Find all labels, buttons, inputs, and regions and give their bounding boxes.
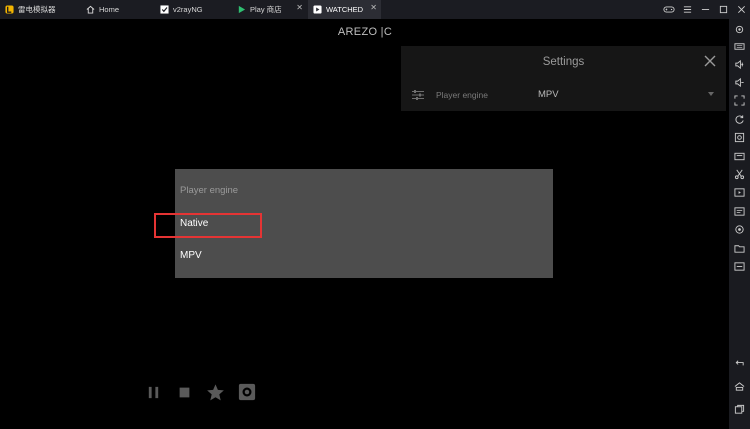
stop-icon[interactable] <box>174 382 194 402</box>
apk-install-icon[interactable] <box>733 205 746 218</box>
settings-title: Settings <box>542 56 585 68</box>
tab-close-icon[interactable]: ✕ <box>296 3 303 12</box>
close-window-icon[interactable] <box>732 0 750 19</box>
tab-watched-label: WATCHED <box>326 5 364 14</box>
gamepad-icon[interactable] <box>660 0 678 19</box>
macro-icon[interactable] <box>733 131 746 144</box>
settings-panel: Settings Player engine MPV <box>401 46 726 111</box>
title-bar: 雷电模拟器 Home v2rayNG Play 商店 ✕ WATCHED ✕ <box>0 0 750 19</box>
play-store-icon <box>237 5 246 14</box>
rotate-icon[interactable] <box>733 113 746 126</box>
volume-down-icon[interactable] <box>733 76 746 89</box>
video-icon[interactable] <box>733 186 746 199</box>
location-icon[interactable] <box>733 223 746 236</box>
maximize-icon[interactable] <box>714 0 732 19</box>
more-icon[interactable] <box>733 260 746 273</box>
player-engine-setting[interactable]: Player engine MPV <box>401 82 726 107</box>
screen-fit-icon[interactable] <box>733 94 746 107</box>
close-icon[interactable] <box>703 54 717 68</box>
home-icon <box>86 5 95 14</box>
tab-play-store[interactable]: Play 商店 ✕ <box>232 0 307 19</box>
ldplayer-logo-icon <box>5 5 14 14</box>
pause-icon[interactable] <box>143 382 163 402</box>
home-nav-icon[interactable] <box>733 380 746 393</box>
dialog-title: Player engine <box>180 185 239 196</box>
v2rayng-icon <box>160 5 169 14</box>
dropdown-arrow-icon[interactable] <box>708 92 714 96</box>
window-controls <box>660 0 750 19</box>
app-title: AREZO |C <box>337 26 393 38</box>
recent-apps-icon[interactable] <box>733 403 746 416</box>
player-engine-label: Player engine <box>436 90 488 100</box>
tab-home[interactable]: Home <box>81 0 154 19</box>
star-icon[interactable] <box>205 382 225 402</box>
watched-app-icon <box>313 5 322 14</box>
volume-up-icon[interactable] <box>733 58 746 71</box>
tab-v2rayng-label: v2rayNG <box>173 5 203 14</box>
screenshot-scissors-icon[interactable] <box>733 168 746 181</box>
highlight-box <box>154 213 262 238</box>
tab-close-icon[interactable]: ✕ <box>370 3 377 12</box>
keyboard-icon[interactable] <box>733 40 746 53</box>
tab-v2rayng[interactable]: v2rayNG <box>155 0 231 19</box>
app-logo-tab[interactable]: 雷电模拟器 <box>0 0 80 19</box>
folder-icon[interactable] <box>733 242 746 255</box>
back-icon[interactable] <box>733 357 746 370</box>
settings-gear-icon[interactable] <box>733 23 746 36</box>
settings-icon[interactable] <box>237 382 257 402</box>
record-icon[interactable] <box>733 150 746 163</box>
app-name: 雷电模拟器 <box>18 5 56 14</box>
tab-home-label: Home <box>99 5 120 14</box>
option-mpv[interactable]: MPV <box>180 250 202 261</box>
emulator-toolbar <box>729 19 750 429</box>
menu-icon[interactable] <box>678 0 696 19</box>
sliders-icon <box>411 88 425 100</box>
minimize-icon[interactable] <box>696 0 714 19</box>
player-engine-value: MPV <box>538 89 559 100</box>
tab-watched[interactable]: WATCHED ✕ <box>308 0 381 19</box>
tab-play-store-label: Play 商店 <box>250 5 282 14</box>
